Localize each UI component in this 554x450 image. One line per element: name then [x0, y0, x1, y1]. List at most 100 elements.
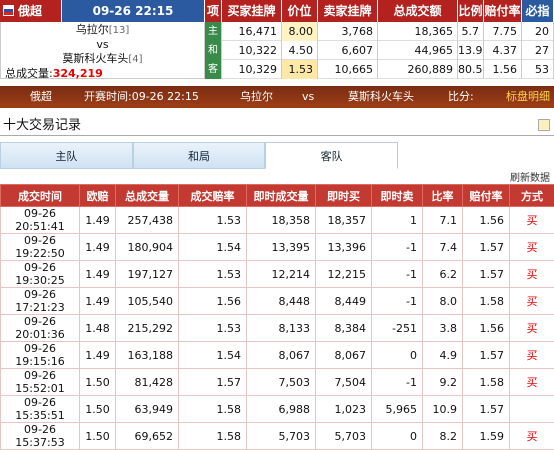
- table-cell: 105,540: [116, 288, 179, 315]
- table-cell[interactable]: 买: [510, 261, 554, 288]
- table-cell: 8,067: [247, 342, 316, 369]
- table-cell: 5,965: [372, 396, 423, 423]
- table-cell: 09-26 20:51:41: [1, 207, 80, 234]
- col-header: 欧赔: [80, 185, 116, 207]
- table-cell[interactable]: 买: [510, 315, 554, 342]
- col-sell: 卖家挂牌: [318, 0, 378, 22]
- bar-score-label: 比分:: [448, 86, 474, 108]
- table-cell[interactable]: 买: [510, 288, 554, 315]
- table-cell: 8,384: [316, 315, 372, 342]
- table-cell: 0: [372, 423, 423, 450]
- table-cell[interactable]: 买: [510, 207, 554, 234]
- table-cell: 1.57: [179, 369, 247, 396]
- table-cell: 1.59: [463, 423, 510, 450]
- league-name: 俄超: [18, 4, 42, 18]
- table-cell: 8,448: [247, 288, 316, 315]
- table-cell: 7.1: [423, 207, 463, 234]
- market-cell-total: 260,889: [378, 60, 458, 79]
- bar-away: 莫斯科火车头: [348, 86, 414, 108]
- market-cell-sell: 10,665: [318, 60, 378, 79]
- table-cell: 09-26 20:01:36: [1, 315, 80, 342]
- table-cell: 0: [372, 342, 423, 369]
- col-header: 方式: [510, 185, 554, 207]
- table-cell: 1.53: [179, 315, 247, 342]
- tab-away[interactable]: 客队: [265, 142, 398, 169]
- market-cell-sell: 3,768: [318, 22, 378, 41]
- table-cell: 1.53: [179, 207, 247, 234]
- table-cell: -1: [372, 288, 423, 315]
- refresh-link[interactable]: 刷新数据: [510, 169, 550, 184]
- market-cell-sell: 6,607: [318, 41, 378, 60]
- market-row: 主16,4718.003,76818,3655.77.7520: [205, 22, 554, 41]
- table-cell: 1.53: [179, 261, 247, 288]
- table-cell: 12,215: [316, 261, 372, 288]
- table-cell: 180,904: [116, 234, 179, 261]
- table-row: 09-26 20:01:361.48215,2921.538,1338,384-…: [1, 315, 554, 342]
- table-cell: 8.0: [423, 288, 463, 315]
- table-cell: 13,396: [316, 234, 372, 261]
- market-row: 客10,3291.5310,665260,88980.51.5653: [205, 60, 554, 79]
- table-cell: 215,292: [116, 315, 179, 342]
- table-cell: 1.50: [80, 396, 116, 423]
- bar-kickoff: 开赛时间:09-26 22:15: [84, 86, 199, 108]
- market-cell-price: 1.53: [282, 60, 318, 79]
- away-rank: [4]: [128, 54, 142, 65]
- section-title: 十大交易记录: [3, 118, 81, 133]
- table-cell: 7.4: [423, 234, 463, 261]
- market-row: 和10,3224.506,60744,96513.94.3727: [205, 41, 554, 60]
- market-cell-odds: 7.75: [484, 22, 522, 41]
- table-cell: 8,133: [247, 315, 316, 342]
- table-cell: 1,023: [316, 396, 372, 423]
- table-row: 09-26 15:37:531.5069,6521.585,7035,70308…: [1, 423, 554, 450]
- table-cell: 1.57: [463, 234, 510, 261]
- market-cell-profit: 27: [522, 41, 554, 60]
- table-cell[interactable]: 买: [510, 369, 554, 396]
- tab-home[interactable]: 主队: [0, 142, 133, 169]
- tab-draw[interactable]: 和局: [133, 142, 266, 169]
- bar-league: 俄超: [30, 86, 52, 108]
- table-cell: -1: [372, 234, 423, 261]
- col-header: 即时成交量: [247, 185, 316, 207]
- table-cell: 18,357: [316, 207, 372, 234]
- table-cell: 1.56: [463, 315, 510, 342]
- table-cell: 1.58: [463, 288, 510, 315]
- market-cell-price: 8.00: [282, 22, 318, 41]
- table-cell[interactable]: 买: [510, 423, 554, 450]
- col-header: 总成交量: [116, 185, 179, 207]
- table-cell: 12,214: [247, 261, 316, 288]
- table-cell: 1.57: [463, 261, 510, 288]
- market-cell-price: 4.50: [282, 41, 318, 60]
- table-cell: -1: [372, 369, 423, 396]
- detail-link[interactable]: 标盘明细: [506, 86, 550, 108]
- table-row: 09-26 20:51:411.49257,4381.5318,35818,35…: [1, 207, 554, 234]
- total-label: 总成交量:: [5, 67, 53, 80]
- vs-label: vs: [1, 38, 204, 52]
- market-summary: 俄超 09-26 22:15 项 买家挂牌 价位 卖家挂牌 总成交额 比例 赔付…: [0, 0, 554, 80]
- table-cell: 5,703: [316, 423, 372, 450]
- market-cell-odds: 4.37: [484, 41, 522, 60]
- market-cell-odds: 1.56: [484, 60, 522, 79]
- market-header: 俄超 09-26 22:15 项 买家挂牌 价位 卖家挂牌 总成交额 比例 赔付…: [0, 0, 554, 22]
- table-cell[interactable]: [510, 396, 554, 423]
- bar-vs: vs: [302, 86, 314, 108]
- table-cell: 1.58: [463, 369, 510, 396]
- market-cell-total: 44,965: [378, 41, 458, 60]
- market-cell-profit: 20: [522, 22, 554, 41]
- table-cell: 1: [372, 207, 423, 234]
- market-cell-ratio: 13.9: [458, 41, 484, 60]
- table-cell: 09-26 19:15:16: [1, 342, 80, 369]
- away-team: 莫斯科火车头: [62, 52, 128, 65]
- market-cell-buy: 10,329: [222, 60, 282, 79]
- collapse-icon[interactable]: [538, 119, 550, 131]
- table-cell: 8.2: [423, 423, 463, 450]
- table-cell: 6,988: [247, 396, 316, 423]
- table-cell[interactable]: 买: [510, 342, 554, 369]
- table-cell: 197,127: [116, 261, 179, 288]
- table-cell: 63,949: [116, 396, 179, 423]
- table-cell[interactable]: 买: [510, 234, 554, 261]
- table-cell: 18,358: [247, 207, 316, 234]
- table-cell: 163,188: [116, 342, 179, 369]
- market-cell-buy: 10,322: [222, 41, 282, 60]
- table-cell: 1.50: [80, 369, 116, 396]
- table-cell: -1: [372, 261, 423, 288]
